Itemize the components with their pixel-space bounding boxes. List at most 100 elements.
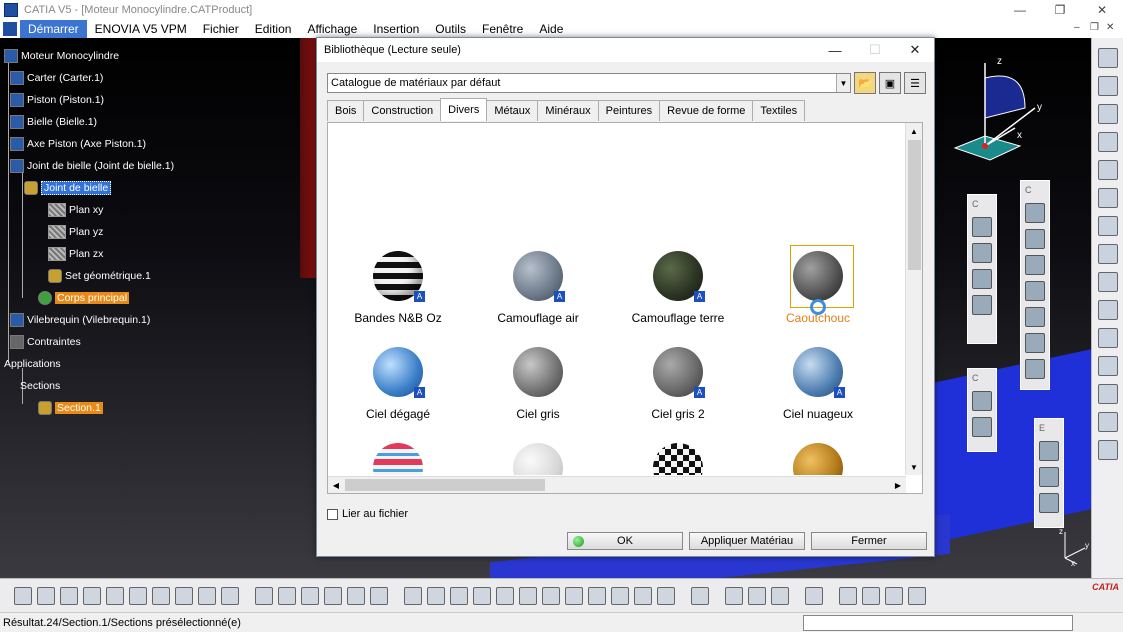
tool-icon[interactable] [1025,281,1045,301]
material-item[interactable] [748,443,888,475]
tree-item-bielle[interactable]: Bielle (Bielle.1) [10,114,97,130]
zoom-in-icon[interactable] [496,586,514,605]
catalog-select[interactable]: Catalogue de matériaux par défaut ▼ [327,73,851,93]
tree-item-sections[interactable]: Sections [20,378,60,394]
tool-icon[interactable] [1097,328,1118,348]
pan-icon[interactable] [450,586,468,605]
tool-icon[interactable] [1025,255,1045,275]
tool-icon[interactable] [1097,412,1118,432]
tree-root[interactable]: Moteur Monocylindre [4,48,119,64]
link-to-file-row[interactable]: Lier au fichier [327,508,408,520]
material-item[interactable]: A Ciel dégagé [328,347,468,439]
tool-icon[interactable] [1097,356,1118,376]
ok-button[interactable]: OK [567,532,683,550]
tree-item-applications[interactable]: Applications [4,356,61,372]
material-item[interactable] [468,443,608,475]
menu-affichage[interactable]: Affichage [299,20,365,38]
menu-insertion[interactable]: Insertion [365,20,427,38]
tab-divers[interactable]: Divers [440,98,488,121]
fit-all-icon[interactable] [427,586,445,605]
menu-outils[interactable]: Outils [427,20,474,38]
scroll-thumb[interactable] [345,479,545,491]
icon-view-icon[interactable]: ▣ [879,72,901,94]
tool-icon[interactable] [972,295,992,315]
dialog-close-button[interactable]: ✕ [899,38,931,62]
document-menu-icon[interactable] [3,22,17,36]
tool-icon[interactable] [1097,216,1118,236]
tool-icon[interactable] [1039,467,1059,487]
material-item[interactable]: A Camouflage air [468,251,608,343]
undo-icon[interactable] [175,586,193,605]
window-close-button[interactable]: ✕ [1082,0,1122,20]
tree-item-section-1[interactable]: Section.1 [38,400,103,416]
floating-toolbar-2[interactable]: C [1020,180,1050,390]
tree-item-plan-xy[interactable]: Plan xy [48,202,103,218]
scroll-up-icon[interactable]: ▲ [906,123,922,139]
tool-icon[interactable] [972,269,992,289]
help-icon[interactable] [221,586,239,605]
tab-textiles[interactable]: Textiles [752,100,806,121]
toolbar-header[interactable]: C [1023,185,1047,197]
tool-icon[interactable] [1097,300,1118,320]
tool-icon[interactable] [972,391,992,411]
floating-toolbar-4[interactable]: E [1034,418,1064,528]
material-item-selected[interactable]: Caoutchouc [748,245,888,343]
material-item[interactable]: A Ciel nuageux [748,347,888,439]
tool-icon[interactable] [1097,440,1118,460]
tree-item-joint-de-bielle-part[interactable]: Joint de bielle [24,180,112,196]
menu-edition[interactable]: Edition [247,20,300,38]
formula-icon[interactable] [255,586,273,605]
tab-construction[interactable]: Construction [363,100,442,121]
material-item[interactable] [328,443,468,475]
tree-item-plan-zx[interactable]: Plan zx [48,246,103,262]
vertical-scrollbar[interactable]: ▲ ▼ [905,123,922,475]
toolbar-header[interactable]: C [970,373,994,385]
tree-item-plan-yz[interactable]: Plan yz [48,224,103,240]
dialog-title-bar[interactable]: Bibliothèque (Lecture seule) — ☐ ✕ [317,38,934,62]
zoom-out-icon[interactable] [519,586,537,605]
tool-icon[interactable] [1097,160,1118,180]
window-minimize-button[interactable]: — [1000,0,1040,20]
multi-view-icon[interactable] [565,586,583,605]
toolbar-header[interactable]: E [1037,423,1061,435]
menu-aide[interactable]: Aide [531,20,571,38]
tree-item-set-geometrique[interactable]: Set géométrique.1 [48,268,151,284]
scroll-down-icon[interactable]: ▼ [906,459,922,475]
menu-enovia[interactable]: ENOVIA V5 VPM [87,20,195,38]
open-file-icon[interactable] [37,586,55,605]
tool-icon[interactable] [691,586,709,605]
menu-demarrer[interactable]: Démarrer [20,20,87,38]
measure-inertia-icon[interactable] [771,586,789,605]
manipulate-icon[interactable] [862,586,880,605]
shading-icon[interactable] [611,586,629,605]
normal-view-icon[interactable] [542,586,560,605]
cut-icon[interactable] [106,586,124,605]
material-item[interactable]: Ciel gris [468,347,608,439]
window-restore-button[interactable]: ❐ [1040,0,1080,20]
tree-item-corps-principal[interactable]: Corps principal [38,290,130,306]
tool-icon[interactable] [1025,229,1045,249]
paste-icon[interactable] [152,586,170,605]
dialog-minimize-button[interactable]: — [819,38,851,62]
tool-icon[interactable] [1097,384,1118,404]
tool-icon[interactable] [972,417,992,437]
rotate-icon[interactable] [473,586,491,605]
tool-icon[interactable] [1097,188,1118,208]
chevron-down-icon[interactable]: ▼ [836,74,850,92]
tool-icon[interactable] [1025,359,1045,379]
doc-close-button[interactable]: ✕ [1106,22,1114,33]
material-item[interactable]: A Camouflage terre [608,251,748,343]
apply-material-button[interactable]: Appliquer Matériau [689,532,805,550]
tool-icon[interactable] [1097,272,1118,292]
tab-mineraux[interactable]: Minéraux [537,100,599,121]
scroll-thumb[interactable] [908,140,921,270]
iso-view-icon[interactable] [588,586,606,605]
swap-space-icon[interactable] [657,586,675,605]
tool-icon[interactable] [972,243,992,263]
measure-item-icon[interactable] [748,586,766,605]
menu-fichier[interactable]: Fichier [195,20,247,38]
tree-item-carter[interactable]: Carter (Carter.1) [10,70,103,86]
gear-icon[interactable] [1097,48,1118,68]
table-icon[interactable] [301,586,319,605]
tool-icon[interactable] [1025,333,1045,353]
